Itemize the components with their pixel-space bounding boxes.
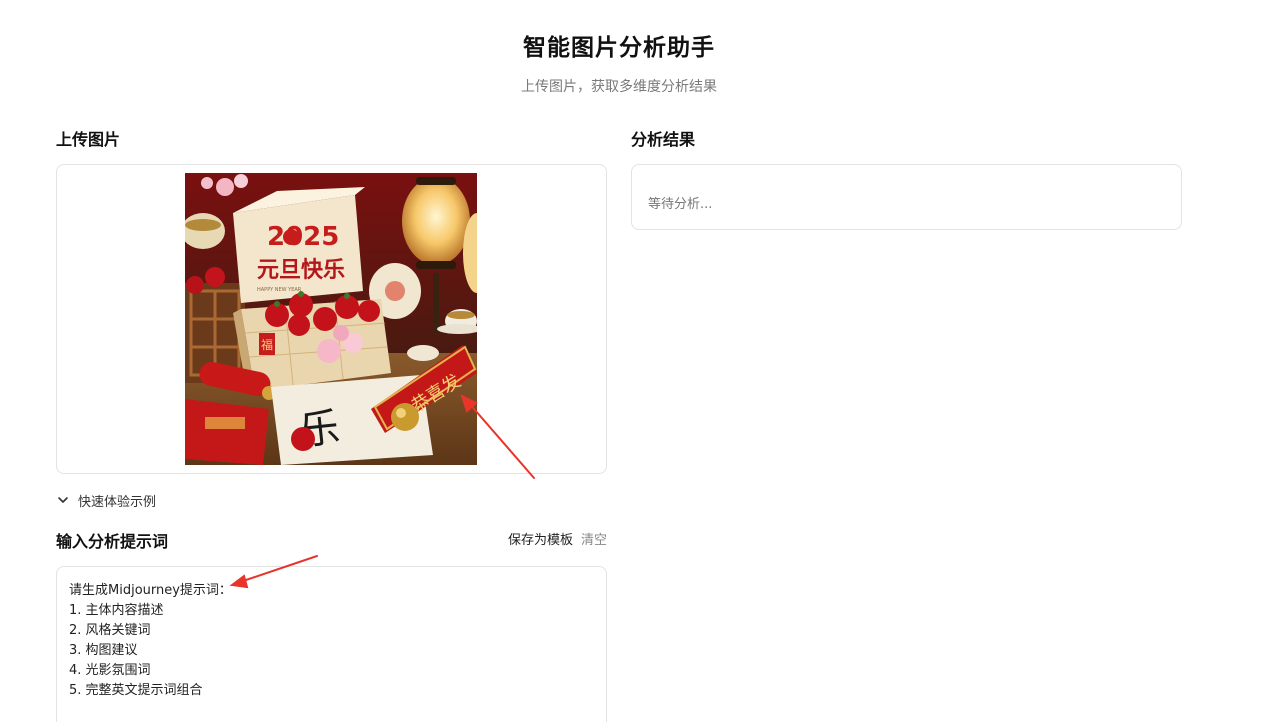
- prompt-line: 2. 风格关键词: [69, 623, 151, 638]
- quick-examples-label: 快速体验示例: [78, 494, 157, 510]
- result-placeholder: 等待分析...: [648, 196, 713, 212]
- prompt-line: 5. 完整英文提示词组合: [69, 683, 203, 698]
- prompt-section-title: 输入分析提示词: [56, 532, 169, 551]
- page-header: 智能图片分析助手 上传图片，获取多维度分析结果: [0, 28, 1238, 96]
- chevron-down-icon: [58, 497, 68, 503]
- clear-button[interactable]: 清空: [581, 529, 607, 548]
- quick-examples-toggle[interactable]: 快速体验示例: [56, 490, 156, 510]
- upload-section-title: 上传图片: [56, 130, 121, 149]
- prompt-actions: 保存为模板 清空: [508, 529, 607, 548]
- prompt-line: 3. 构图建议: [69, 643, 138, 658]
- prompt-line: 4. 光影氛围词: [69, 663, 151, 678]
- save-template-button[interactable]: 保存为模板: [508, 529, 573, 548]
- image-greeting-text: 元旦快乐: [257, 258, 345, 283]
- result-section-title: 分析结果: [631, 130, 696, 149]
- new-year-photo: 2025 元旦快乐 HAPPY NEW YEAR 福 乐 恭喜发: [185, 173, 477, 465]
- prompt-line: 1. 主体内容描述: [69, 603, 164, 618]
- page-subtitle: 上传图片，获取多维度分析结果: [521, 79, 717, 95]
- image-box-small-text: HAPPY NEW YEAR: [257, 287, 302, 293]
- image-side-tag-text: 福: [261, 337, 273, 352]
- image-upload-area[interactable]: 2025 元旦快乐 HAPPY NEW YEAR 福 乐 恭喜发: [56, 164, 607, 474]
- analysis-result-panel: 等待分析...: [631, 164, 1182, 230]
- prompt-line: 请生成Midjourney提示词：: [69, 583, 232, 598]
- prompt-textarea[interactable]: 请生成Midjourney提示词： 1. 主体内容描述 2. 风格关键词 3. …: [56, 566, 607, 722]
- app-page: 智能图片分析助手 上传图片，获取多维度分析结果 上传图片 2025 元旦快乐 H…: [0, 0, 1273, 722]
- image-year-text: 2025: [267, 222, 339, 252]
- page-title: 智能图片分析助手: [523, 35, 715, 61]
- uploaded-image-preview: 2025 元旦快乐 HAPPY NEW YEAR 福 乐 恭喜发: [185, 173, 477, 465]
